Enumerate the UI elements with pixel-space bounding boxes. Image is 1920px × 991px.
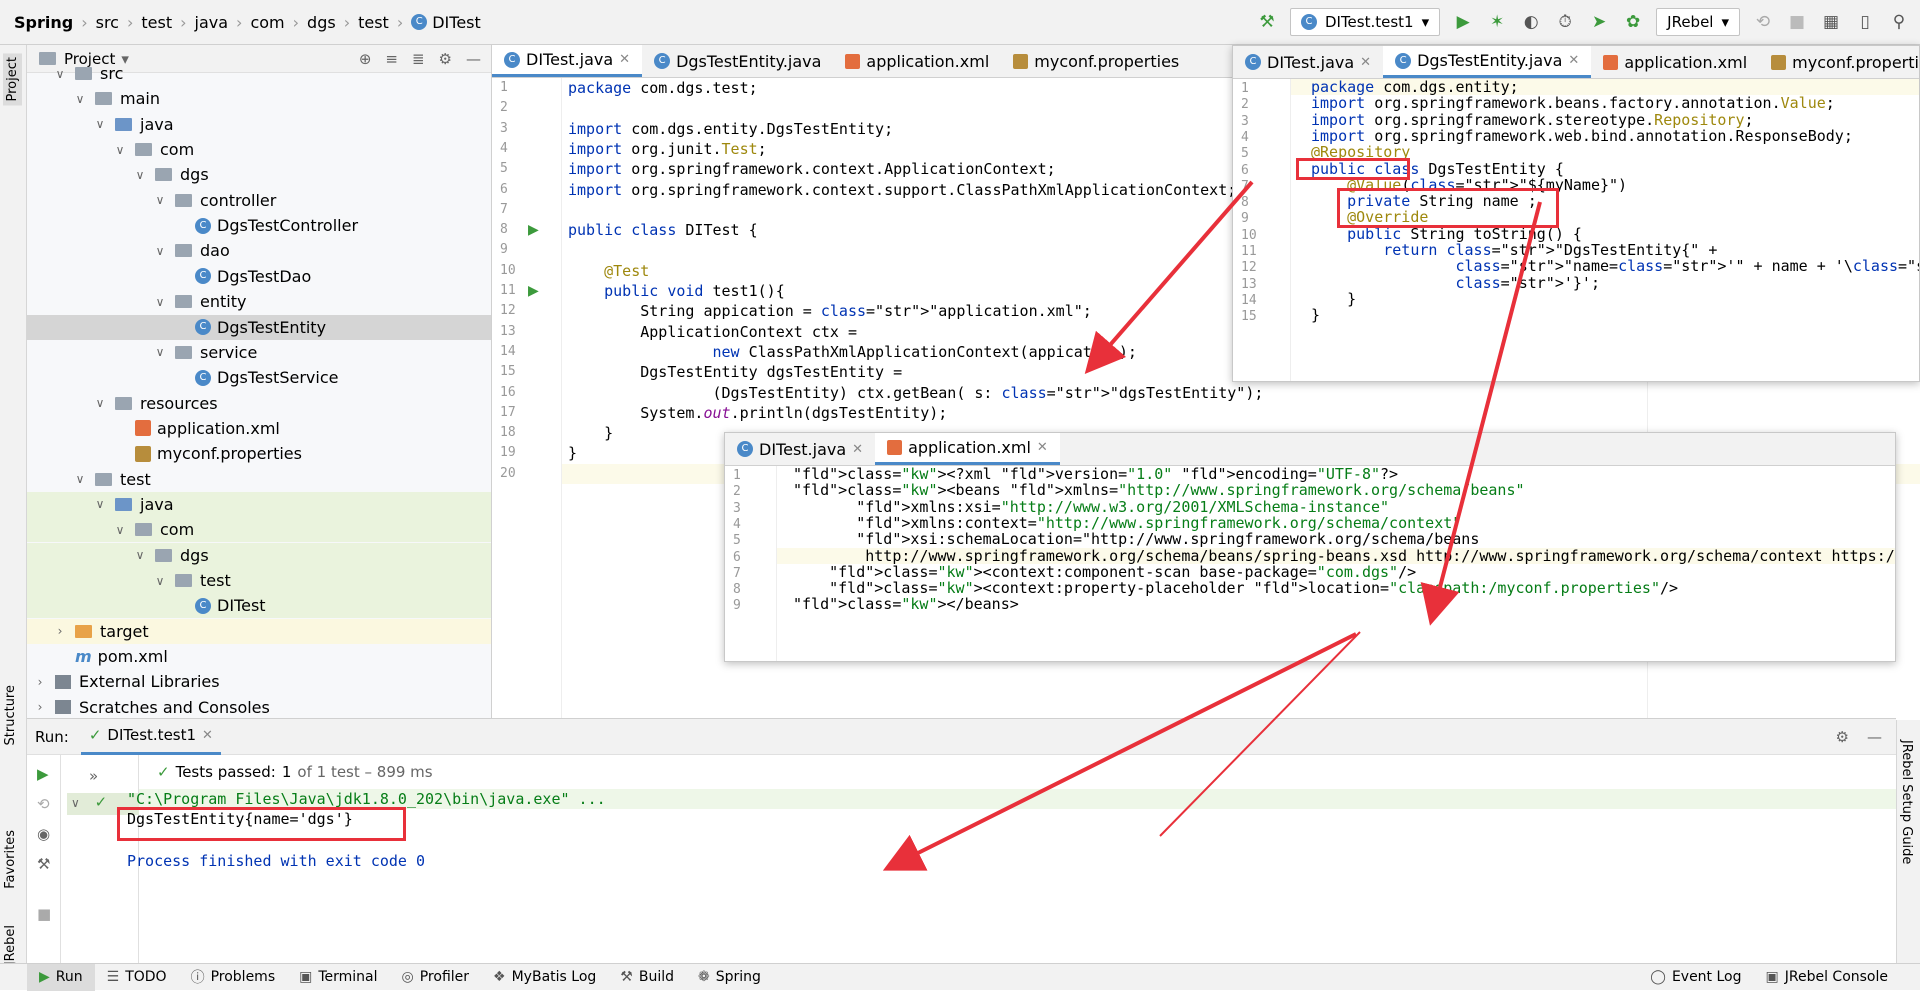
annotation-arrows <box>882 180 1542 871</box>
arrow-placeholder-to-properties <box>882 632 1357 871</box>
thin-connector-line <box>1159 631 1361 837</box>
arrow-value-to-placeholder <box>1420 201 1542 626</box>
arrow-repository-to-getbean <box>1084 180 1254 375</box>
